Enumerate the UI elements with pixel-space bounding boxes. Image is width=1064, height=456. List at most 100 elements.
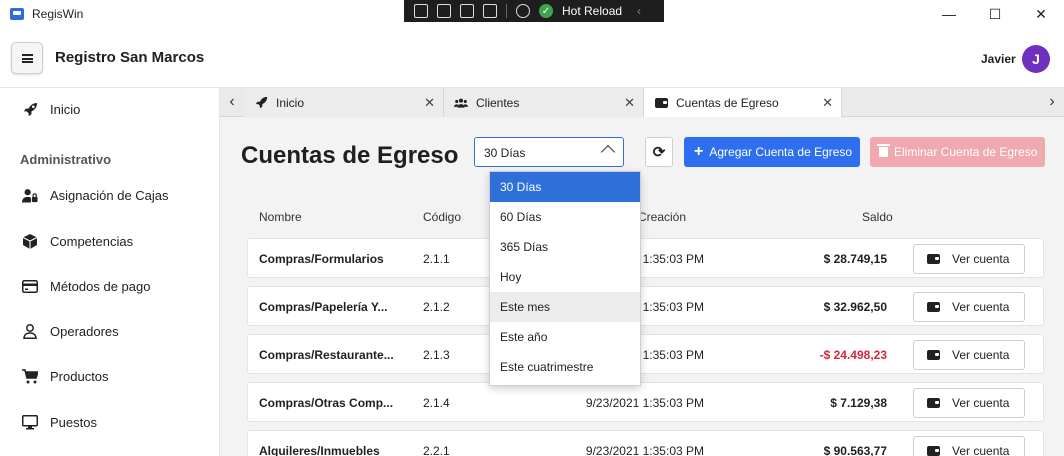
period-select-value: 30 Días	[484, 146, 526, 160]
tab-clientes[interactable]: Clientes ✕	[444, 88, 644, 117]
column-header-created[interactable]: Creación	[638, 210, 686, 224]
period-option[interactable]: 60 Días	[490, 202, 640, 232]
tab-scroll-right-icon[interactable]: ›	[1040, 88, 1064, 116]
view-account-label: Ver cuenta	[952, 252, 1010, 266]
table-row[interactable]: Compras/Restaurante... 2.1.3 1:35:03 PM …	[247, 334, 1044, 374]
sidebar-item-label: Métodos de pago	[50, 278, 151, 294]
users-icon	[454, 96, 468, 110]
sidebar-item-competencias[interactable]: Competencias	[0, 223, 219, 259]
sidebar-item-label: Inicio	[50, 101, 81, 117]
row-balance: $ 90.563,77	[823, 444, 887, 456]
app-header: Registro San Marcos Javier J	[0, 28, 1064, 88]
cube-icon	[22, 233, 38, 249]
view-account-button[interactable]: Ver cuenta	[913, 388, 1025, 418]
row-name: Compras/Restaurante...	[259, 348, 394, 362]
row-balance: $ 28.749,15	[823, 252, 887, 266]
row-code: 2.2.1	[423, 444, 450, 456]
table-row[interactable]: Alquileres/Inmuebles 2.2.1 9/23/2021 1:3…	[247, 430, 1044, 456]
rocket-icon	[254, 96, 268, 110]
live-tree-icon[interactable]	[414, 4, 428, 18]
refresh-icon: ⟳	[652, 144, 666, 161]
period-option[interactable]: 30 Días	[490, 172, 640, 202]
cart-icon	[22, 368, 38, 384]
row-balance: $ 32.962,50	[823, 300, 887, 314]
view-account-button[interactable]: Ver cuenta	[913, 436, 1025, 456]
period-option[interactable]: Este cuatrimestre	[490, 352, 640, 382]
sidebar-item-operadores[interactable]: Operadores	[0, 313, 219, 349]
view-account-button[interactable]: Ver cuenta	[913, 292, 1025, 322]
select-element-icon[interactable]	[437, 4, 451, 18]
row-name: Compras/Papelería Y...	[259, 300, 388, 314]
period-option[interactable]: Este año	[490, 322, 640, 352]
chevron-up-icon	[600, 144, 616, 160]
sidebar-item-puestos[interactable]: Puestos	[0, 404, 219, 440]
view-account-label: Ver cuenta	[952, 348, 1010, 362]
close-button[interactable]: ✕	[1018, 0, 1064, 28]
period-option[interactable]: 365 Días	[490, 232, 640, 262]
sidebar: Inicio Administrativo Asignación de Caja…	[0, 88, 220, 456]
trash-icon	[877, 144, 890, 157]
row-name: Alquileres/Inmuebles	[259, 444, 380, 456]
refresh-button[interactable]: ⟳	[645, 137, 673, 167]
sidebar-item-productos[interactable]: Productos	[0, 358, 219, 394]
tab-label: Inicio	[276, 95, 305, 110]
column-header-balance[interactable]: Saldo	[862, 210, 893, 224]
user-icon	[22, 323, 38, 339]
delete-account-button[interactable]: Eliminar Cuenta de Egreso	[870, 137, 1045, 167]
maximize-button[interactable]: ☐	[972, 0, 1018, 28]
sidebar-item-metodos-pago[interactable]: Métodos de pago	[0, 268, 219, 304]
period-option[interactable]: Este mes	[490, 292, 640, 322]
collapse-chevron-icon[interactable]: ‹	[637, 4, 641, 18]
main-content: Cuentas de Egreso 30 Días ⟳ + Agregar Cu…	[220, 117, 1064, 456]
delete-account-label: Eliminar Cuenta de Egreso	[894, 145, 1038, 159]
sidebar-item-inicio[interactable]: Inicio	[0, 91, 219, 127]
credit-card-icon	[22, 278, 38, 294]
sidebar-item-label: Operadores	[50, 323, 119, 339]
wallet-icon	[927, 350, 940, 360]
row-code: 2.1.2	[423, 300, 450, 314]
minimize-button[interactable]: —	[926, 0, 972, 28]
row-created: 9/23/2021 1:35:03 PM	[585, 444, 704, 456]
wallet-icon	[654, 96, 668, 110]
tab-cuentas-egreso[interactable]: Cuentas de Egreso ✕	[644, 88, 842, 117]
wallet-icon	[927, 254, 940, 264]
row-balance: -$ 24.498,23	[819, 348, 887, 362]
tab-close-icon[interactable]: ✕	[822, 95, 833, 111]
hot-reload-check-icon: ✓	[539, 4, 553, 18]
sidebar-item-asignacion-cajas[interactable]: Asignación de Cajas	[0, 177, 219, 213]
column-header-name[interactable]: Nombre	[259, 210, 302, 224]
view-account-button[interactable]: Ver cuenta	[913, 340, 1025, 370]
track-focus-icon[interactable]	[483, 4, 497, 18]
wallet-icon	[927, 446, 940, 456]
period-dropdown: 30 Días 60 Días 365 Días Hoy Este mes Es…	[489, 171, 641, 386]
sidebar-section-heading: Administrativo	[20, 152, 112, 167]
avatar[interactable]: J	[1022, 45, 1050, 73]
row-code: 2.1.4	[423, 396, 450, 410]
separator	[506, 4, 507, 18]
tab-inicio[interactable]: Inicio ✕	[244, 88, 444, 117]
table-row[interactable]: Compras/Otras Comp... 2.1.4 9/23/2021 1:…	[247, 382, 1044, 422]
period-select[interactable]: 30 Días	[474, 137, 624, 167]
page-title: Cuentas de Egreso	[241, 142, 459, 169]
period-option[interactable]: Hoy	[490, 262, 640, 292]
view-account-label: Ver cuenta	[952, 444, 1010, 456]
column-header-code[interactable]: Código	[423, 210, 461, 224]
row-name: Compras/Otras Comp...	[259, 396, 394, 410]
sidebar-item-label: Puestos	[50, 414, 97, 430]
add-account-button[interactable]: + Agregar Cuenta de Egreso	[684, 137, 860, 167]
wallet-icon	[927, 398, 940, 408]
table-row[interactable]: Compras/Formularios 2.1.1 1:35:03 PM $ 2…	[247, 238, 1044, 278]
sidebar-item-label: Productos	[50, 368, 109, 384]
hot-reload-label[interactable]: Hot Reload	[562, 4, 622, 18]
tab-scroll-left-icon[interactable]: ‹	[220, 88, 244, 116]
table-row[interactable]: Compras/Papelería Y... 2.1.2 1:35:03 PM …	[247, 286, 1044, 326]
tab-close-icon[interactable]: ✕	[624, 95, 635, 111]
display-adorners-icon[interactable]	[460, 4, 474, 18]
org-title: Registro San Marcos	[55, 49, 205, 66]
user-name: Javier	[981, 52, 1016, 66]
menu-button[interactable]	[11, 42, 43, 74]
binding-failures-icon[interactable]	[516, 4, 530, 18]
view-account-button[interactable]: Ver cuenta	[913, 244, 1025, 274]
hamburger-icon	[21, 53, 33, 63]
tab-close-icon[interactable]: ✕	[424, 95, 435, 111]
